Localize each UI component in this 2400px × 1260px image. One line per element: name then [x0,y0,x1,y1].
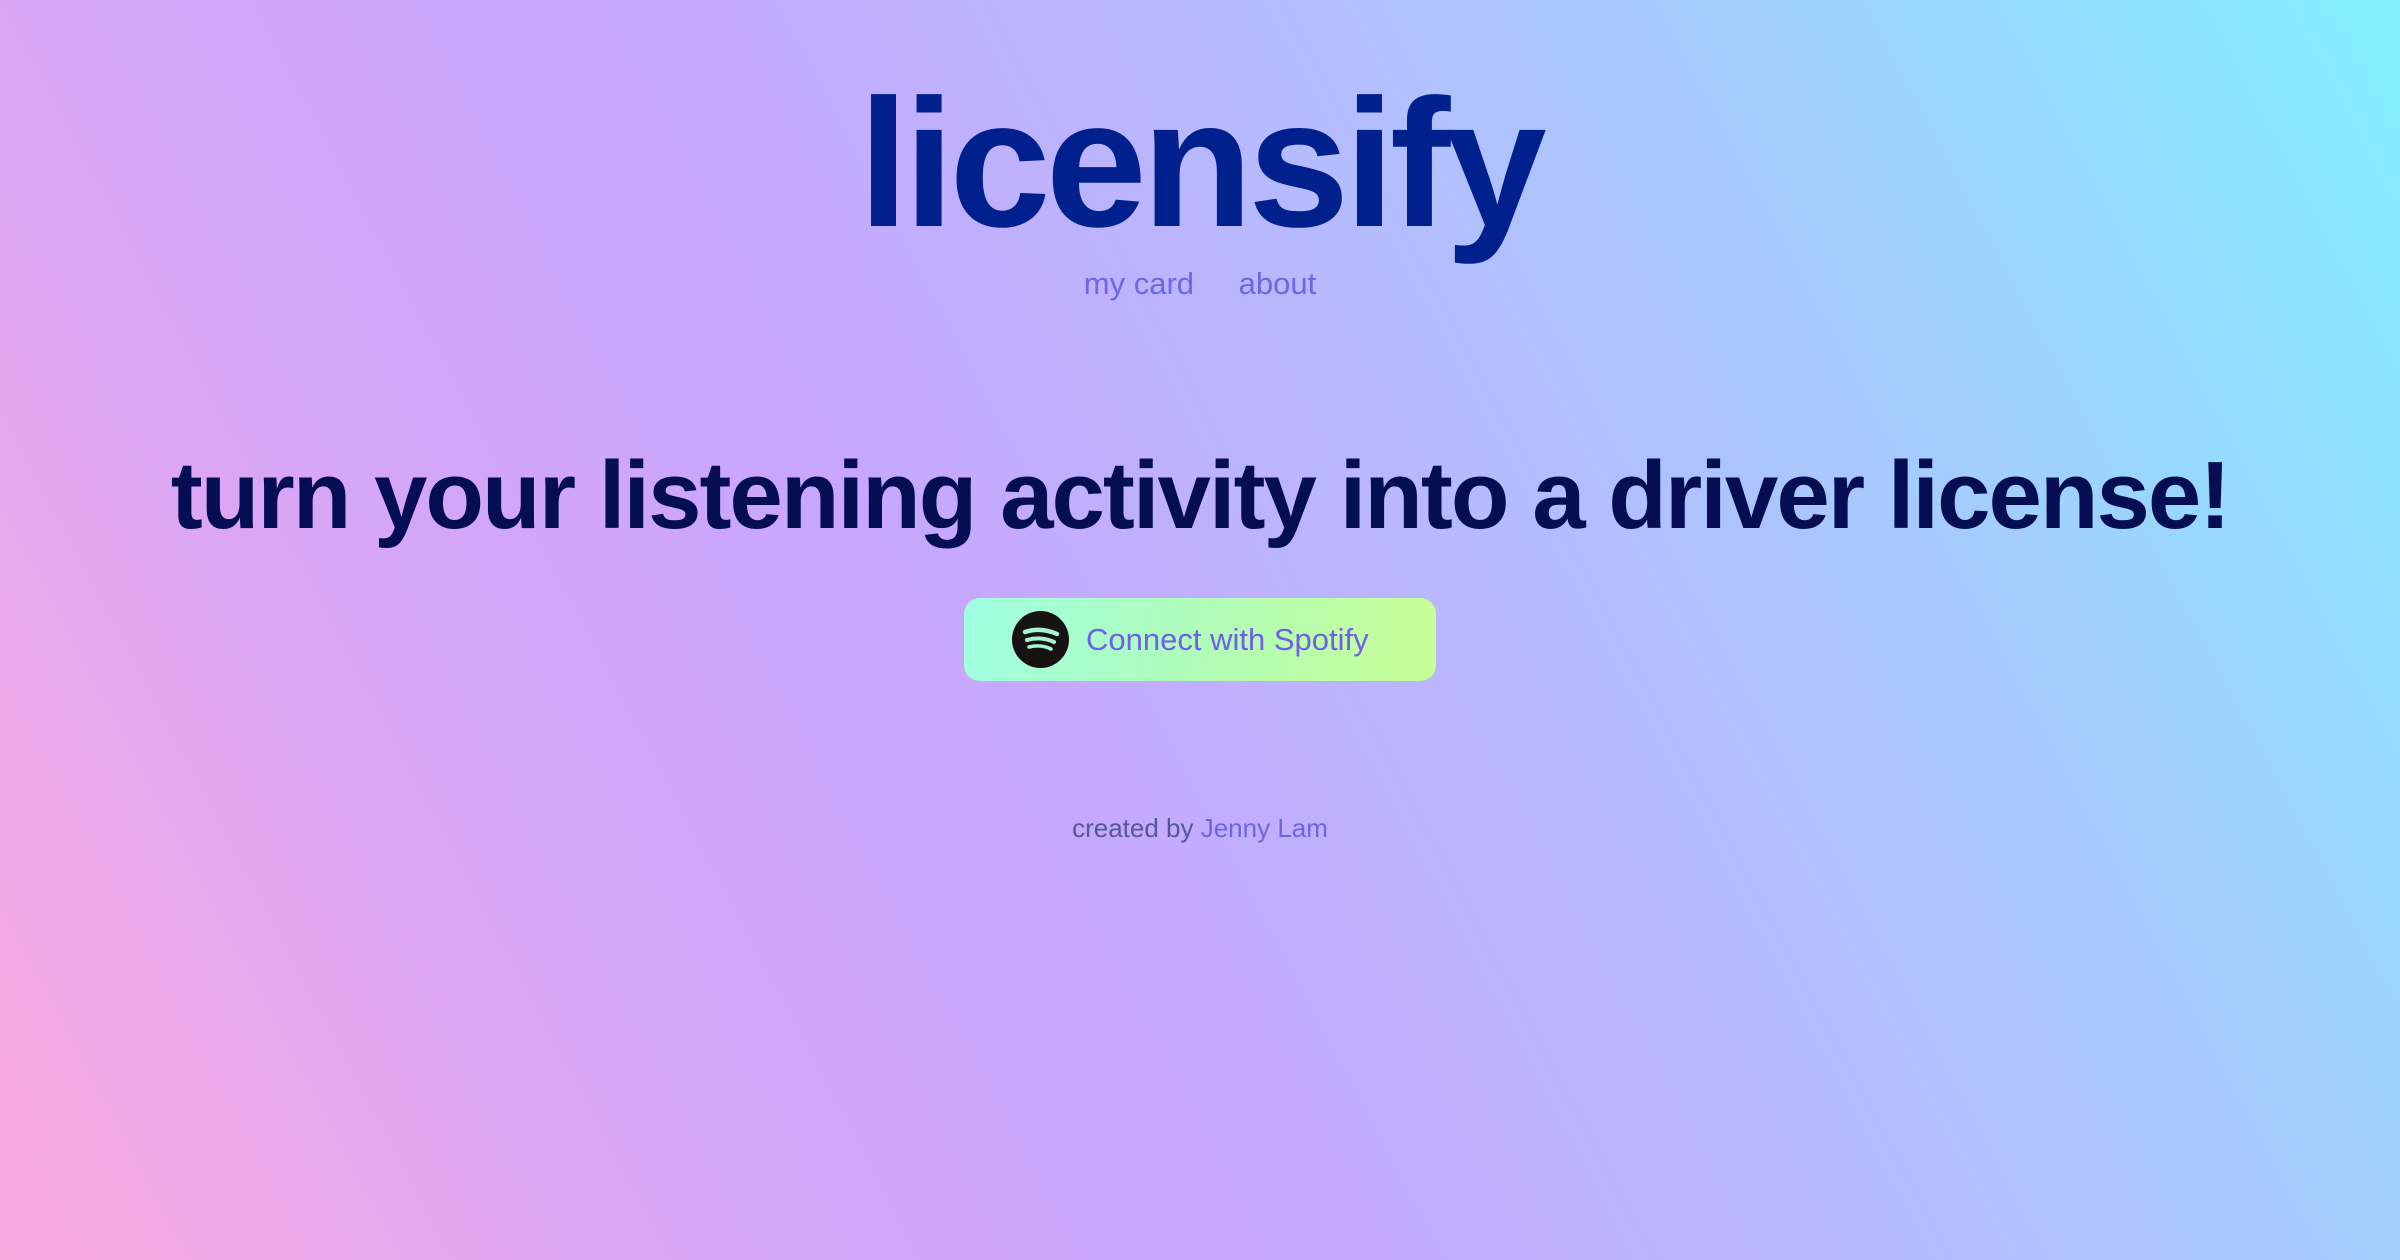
author-link[interactable]: Jenny Lam [1201,813,1328,843]
spotify-icon [1012,611,1069,668]
connect-spotify-button[interactable]: Connect with Spotify [964,598,1436,681]
logo: licensify [858,61,1546,265]
credit-prefix: created by [1072,813,1194,843]
connect-spotify-label: Connect with Spotify [1086,621,1369,657]
main-nav: my card about [0,266,2400,302]
headline: turn your listening activity into a driv… [170,442,2232,549]
footer-credit: created by Jenny Lam [0,813,2400,844]
nav-about[interactable]: about [1239,266,1317,301]
nav-my-card[interactable]: my card [1084,266,1194,301]
